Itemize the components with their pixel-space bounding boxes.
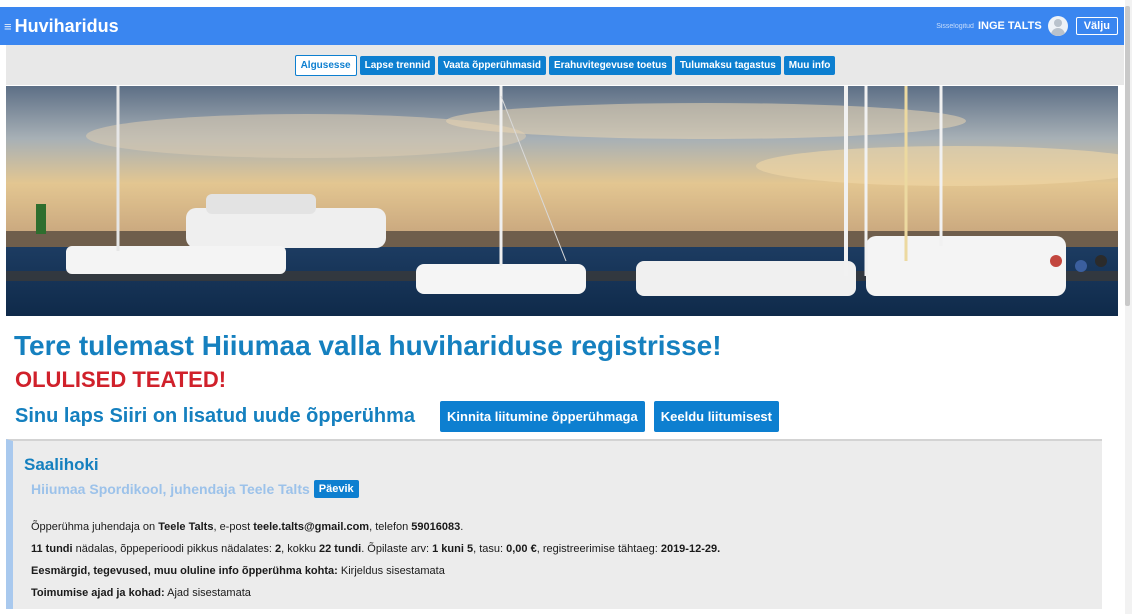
group-invite: Sinu laps Siiri on lisatud uude õpperühm… <box>15 401 788 432</box>
logout-button[interactable]: Välju <box>1075 17 1118 35</box>
harbor-image <box>6 86 1118 316</box>
user-hint: Sisselogitud <box>936 22 974 30</box>
decline-join-button[interactable]: Keeldu liitumisest <box>653 401 779 432</box>
times-label: Toimumise ajad ja kohad: <box>31 587 165 599</box>
nav-tulumaksu-tagastus[interactable]: Tulumaksu tagastus <box>674 55 781 75</box>
schedule-line-text: , registreerimise tähtaeg: <box>536 543 661 555</box>
weekly-hours: 11 tundi <box>31 543 73 555</box>
times-value: Ajad sisestamata <box>164 587 251 599</box>
instructor-line-text: , telefon <box>369 521 412 533</box>
instructor-line: Õpperühma juhendaja on Teele Talts, e-po… <box>31 516 720 538</box>
nav-muu-info[interactable]: Muu info <box>783 55 836 75</box>
invite-text: Sinu laps Siiri on lisatud uude õpperühm… <box>15 405 416 427</box>
group-title[interactable]: Saalihoki <box>24 455 99 475</box>
nav-algusesse[interactable]: Algusesse <box>294 54 357 76</box>
schedule-line-text: nädalas, õppeperioodi pikkus nädalates: <box>72 543 275 555</box>
diary-button[interactable]: Päevik <box>313 480 359 498</box>
instructor-email[interactable]: teele.talts@gmail.com <box>253 521 369 533</box>
goals-line: Eesmärgid, tegevused, muu oluline info õ… <box>31 560 720 582</box>
instructor-phone: 59016083 <box>411 521 461 533</box>
scrollbar-thumb[interactable] <box>1125 6 1130 306</box>
app-header: ≡ Huviharidus Sisselogitud INGE TALTS Vä… <box>0 7 1124 45</box>
nav-vaata-opperuhmasid[interactable]: Vaata õpperühmasid <box>438 55 546 75</box>
confirm-join-button[interactable]: Kinnita liitumine õpperühmaga <box>440 401 645 432</box>
welcome-heading: Tere tulemast Hiiumaa valla huvihariduse… <box>14 330 722 361</box>
instructor-line-text: . <box>460 521 464 533</box>
instructor-name: Teele Talts <box>158 521 214 533</box>
main-nav: Algusesse Lapse trennid Vaata õpperühmas… <box>6 45 1124 85</box>
times-line: Toimumise ajad ja kohad: Ajad sisestamat… <box>31 582 720 604</box>
app-title[interactable]: Huviharidus <box>15 16 119 37</box>
avatar-icon[interactable] <box>1047 16 1068 36</box>
school-and-instructor[interactable]: Hiiumaa Spordikool, juhendaja Teele Talt… <box>31 481 310 497</box>
fee: 0,00 € <box>506 543 537 555</box>
schedule-line-text: , tasu: <box>473 543 507 555</box>
user-area: Sisselogitud INGE TALTS Välju <box>936 16 1118 36</box>
hamburger-icon[interactable]: ≡ <box>4 19 12 34</box>
instructor-line-text: Õpperühma juhendaja on <box>31 521 159 533</box>
important-notices-heading: OLULISED TEATED! <box>15 367 227 392</box>
user-name[interactable]: INGE TALTS <box>978 20 1042 32</box>
page-scrollbar[interactable] <box>1125 0 1132 614</box>
group-subtitle: Hiiumaa Spordikool, juhendaja Teele Talt… <box>31 480 359 498</box>
schedule-line: 11 tundi nädalas, õppeperioodi pikkus nä… <box>31 538 720 560</box>
student-count: 1 kuni 5 <box>432 543 474 555</box>
group-details: Õpperühma juhendaja on Teele Talts, e-po… <box>31 516 720 604</box>
nav-erahuvitegevuse-toetus[interactable]: Erahuvitegevuse toetus <box>549 55 672 75</box>
total-hours: 22 tundi <box>319 543 362 555</box>
nav-lapse-trennid[interactable]: Lapse trennid <box>359 55 436 75</box>
schedule-line-text: , kokku <box>281 543 320 555</box>
goals-value: Kirjeldus sisestamata <box>337 565 445 577</box>
goals-label: Eesmärgid, tegevused, muu oluline info õ… <box>31 565 338 577</box>
hero-image <box>6 86 1118 316</box>
registration-deadline: 2019-12-29. <box>660 543 721 555</box>
instructor-line-text: , e-post <box>213 521 254 533</box>
schedule-line-text: . Õpilaste arv: <box>361 543 433 555</box>
